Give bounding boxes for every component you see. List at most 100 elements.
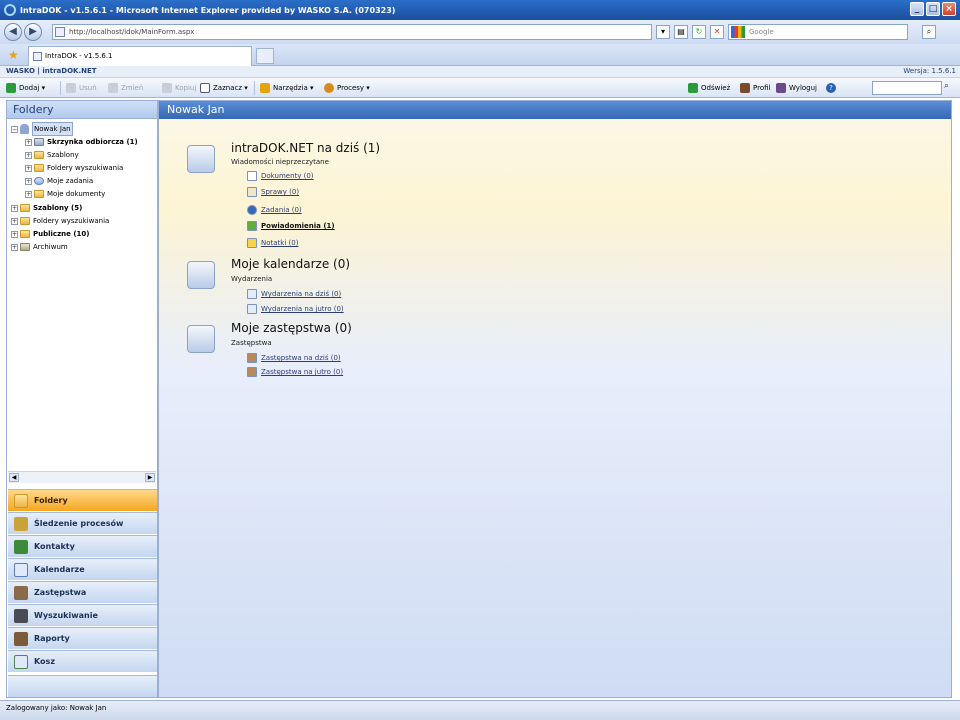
delete-label: Usuń (79, 84, 97, 92)
task-icon (247, 205, 257, 215)
nav-search[interactable]: Wyszukiwanie (8, 604, 157, 626)
tree-node-inbox[interactable]: + Skrzynka odbiorcza (1) (25, 136, 138, 148)
expand-icon[interactable]: + (25, 151, 32, 159)
folder-icon (14, 493, 28, 508)
nav-process-tracking[interactable]: Śledzenie procesów (8, 512, 157, 534)
favorites-star-icon[interactable]: ★ (8, 48, 19, 62)
processes-button[interactable]: Procesy ▾ (324, 81, 370, 95)
expand-icon[interactable]: + (11, 243, 18, 251)
calendar-icon (14, 562, 28, 577)
calendar-icon (187, 261, 215, 289)
substitution-icon (247, 353, 257, 363)
tree-node-shared-search-folders[interactable]: + Foldery wyszukiwania (11, 215, 109, 227)
stop-icon[interactable]: ✕ (710, 25, 724, 39)
tree-node-public[interactable]: + Publiczne (10) (11, 228, 89, 240)
substitution-icon (14, 585, 28, 600)
link-cases[interactable]: Sprawy (0) (247, 187, 299, 197)
search-icon[interactable]: ⌕ (922, 25, 936, 39)
help-button[interactable]: ? (826, 81, 839, 95)
url-field[interactable]: http://localhost/idok/MainForm.aspx (52, 24, 652, 40)
tree-node-my-documents[interactable]: + Moje dokumenty (25, 188, 105, 200)
nav-trash[interactable]: Kosz (8, 650, 157, 672)
folder-icon (34, 151, 44, 159)
notification-icon (247, 221, 257, 231)
logout-button[interactable]: Wyloguj (776, 81, 817, 95)
link-label: Zadania (0) (261, 206, 302, 214)
horizontal-scrollbar[interactable]: ◀ ▶ (8, 471, 156, 483)
link-notifications[interactable]: Powiadomienia (1) (247, 221, 335, 231)
nav-contacts[interactable]: Kontakty (8, 535, 157, 557)
user-icon (20, 124, 29, 134)
add-button[interactable]: Dodaj ▾ (6, 81, 45, 95)
expand-icon[interactable]: + (25, 190, 32, 198)
tree-node-my-tasks[interactable]: + Moje zadania (25, 175, 93, 187)
expand-icon[interactable]: + (11, 204, 18, 212)
tools-button[interactable]: Narzędzia ▾ (260, 81, 314, 95)
tab-page-icon (33, 52, 42, 61)
link-substitutions-today[interactable]: Zastępstwa na dziś (0) (247, 353, 341, 363)
nav-label: Wyszukiwanie (34, 611, 98, 620)
nav-folders[interactable]: Foldery (8, 489, 157, 511)
forward-button[interactable]: ▶ (24, 23, 42, 41)
link-substitutions-tomorrow[interactable]: Zastępstwa na jutro (0) (247, 367, 343, 377)
nav-overflow-bar[interactable] (8, 675, 157, 697)
maximize-button[interactable]: □ (926, 2, 940, 16)
scroll-left-icon[interactable]: ◀ (9, 473, 19, 482)
delete-button[interactable]: Usuń (66, 81, 97, 95)
archive-icon (20, 243, 30, 251)
search-field[interactable]: Google (728, 24, 908, 40)
expand-icon[interactable]: + (25, 164, 32, 172)
delete-icon (66, 83, 76, 93)
folder-tree: − Nowak Jan + Skrzynka odbiorcza (1) + S… (7, 121, 157, 469)
link-tasks[interactable]: Zadania (0) (247, 205, 302, 215)
copy-icon (162, 83, 172, 93)
nav-calendars[interactable]: Kalendarze (8, 558, 157, 580)
browser-tab[interactable]: IntraDOK - v1.5.6.1 (28, 46, 252, 66)
dropdown-arrow-icon[interactable]: ▾ (656, 25, 670, 39)
nav-substitutions[interactable]: Zastępstwa (8, 581, 157, 603)
tasks-icon (34, 177, 44, 185)
refresh-button[interactable]: Odśwież (688, 81, 730, 95)
collapse-icon[interactable]: − (11, 125, 18, 133)
expand-icon[interactable]: + (11, 230, 18, 238)
refresh-page-icon[interactable]: ↻ (692, 25, 706, 39)
nav-label: Raporty (34, 634, 70, 643)
copy-button[interactable]: Kopiuj (162, 81, 196, 95)
link-events-tomorrow[interactable]: Wydarzenia na jutro (0) (247, 304, 344, 314)
link-label: Notatki (0) (261, 239, 299, 247)
expand-icon[interactable]: + (25, 177, 32, 185)
compatibility-icon[interactable]: ▤ (674, 25, 688, 39)
section-subtitle-unread: Wiadomości nieprzeczytane (231, 158, 329, 166)
nav-reports[interactable]: Raporty (8, 627, 157, 649)
link-events-today[interactable]: Wydarzenia na dziś (0) (247, 289, 341, 299)
profile-button[interactable]: Profil (740, 81, 770, 95)
link-documents[interactable]: Dokumenty (0) (247, 171, 314, 181)
close-window-button[interactable]: × (942, 2, 956, 16)
tree-node-templates[interactable]: + Szablony (25, 149, 79, 161)
rename-button[interactable]: Zmień (108, 81, 143, 95)
tree-label: Nowak Jan (32, 122, 73, 136)
app-version: Wersja: 1.5.6.1 (903, 67, 956, 75)
reports-icon (14, 631, 28, 646)
tree-node-user[interactable]: − Nowak Jan (11, 122, 73, 136)
section-subtitle-substitutions: Zastępstwa (231, 339, 272, 347)
back-button[interactable]: ◀ (4, 23, 22, 41)
search-placeholder: Google (749, 28, 774, 36)
tree-node-search-folders[interactable]: + Foldery wyszukiwania (25, 162, 123, 174)
section-title-calendars: Moje kalendarze (0) (231, 257, 351, 271)
expand-icon[interactable]: + (25, 138, 32, 146)
search-icon[interactable]: ⌕ (944, 81, 956, 95)
expand-icon[interactable]: + (11, 217, 18, 225)
scroll-right-icon[interactable]: ▶ (145, 473, 155, 482)
toolbar-search-input[interactable] (872, 81, 942, 95)
minimize-button[interactable]: _ (910, 2, 924, 16)
new-tab-button[interactable] (256, 48, 274, 64)
folder-icon (20, 204, 30, 212)
tree-node-archive[interactable]: + Archiwum (11, 241, 68, 253)
select-button[interactable]: Zaznacz ▾ (200, 81, 248, 95)
logout-label: Wyloguj (789, 84, 817, 92)
tree-node-shared-templates[interactable]: + Szablony (5) (11, 202, 82, 214)
tools-icon (260, 83, 270, 93)
tree-label: Archiwum (33, 243, 68, 251)
link-notes[interactable]: Notatki (0) (247, 238, 298, 248)
